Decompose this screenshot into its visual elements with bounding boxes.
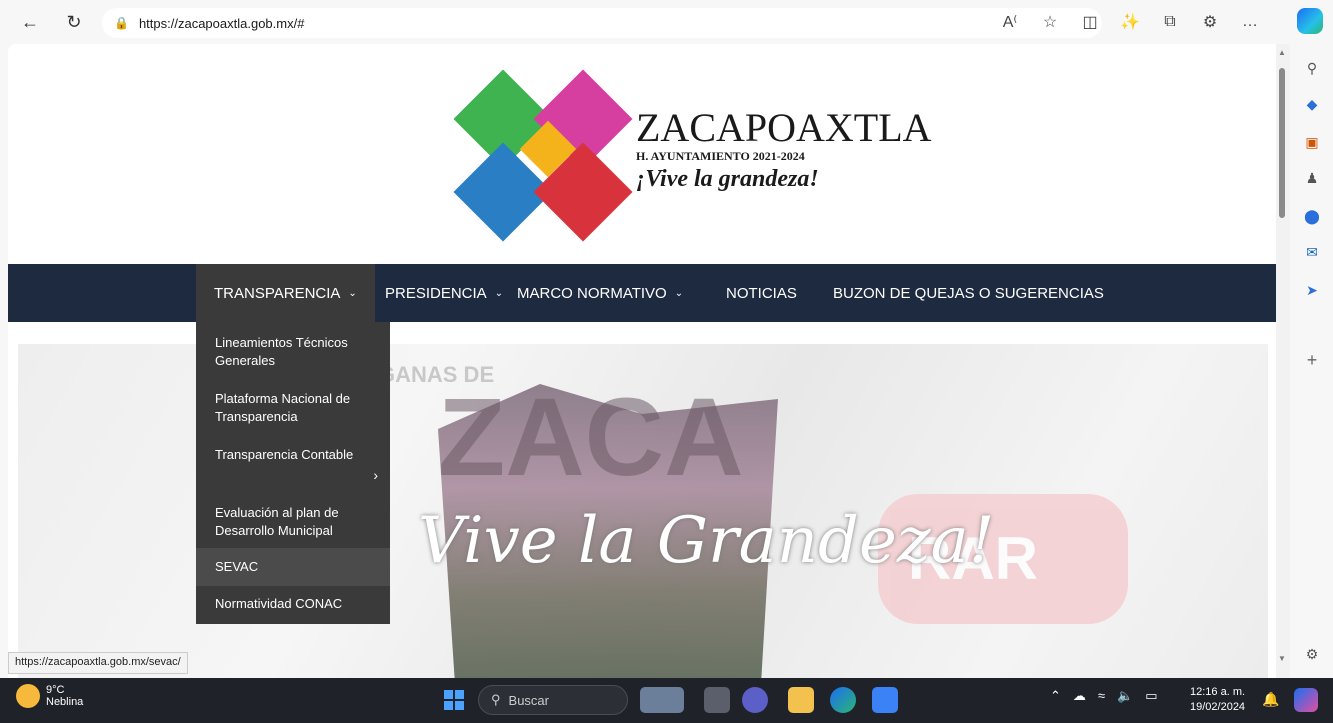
site-slogan: ¡Vive la grandeza! — [636, 166, 819, 192]
nav-marco-normativo[interactable]: MARCO NORMATIVO ⌄ — [499, 264, 701, 322]
dropdown-item-label: Normatividad CONAC — [215, 596, 343, 611]
copilot-icon[interactable] — [1297, 8, 1323, 34]
windows-taskbar: 9°C Neblina ⚲ Buscar ⌃ ☁ ≈ 🔈 ▭ 12:16 a. … — [0, 678, 1333, 723]
dropdown-item-label: Evaluación al plan de Desarrollo Municip… — [215, 505, 339, 538]
address-url: https://zacapoaxtla.gob.mx/# — [138, 15, 305, 31]
dropdown-item-label: Lineamientos Técnicos Generales — [215, 335, 348, 368]
office-icon[interactable]: ⬤ — [1302, 206, 1322, 226]
microsoft-store-icon[interactable] — [872, 687, 898, 713]
weather-widget[interactable]: 9°C Neblina — [16, 684, 83, 708]
refresh-icon[interactable]: ↻ — [58, 6, 90, 38]
settings-gear-icon[interactable]: ⚙ — [1302, 644, 1322, 664]
weather-desc: Neblina — [46, 696, 84, 708]
nav-label: TRANSPARENCIA — [214, 284, 341, 302]
file-explorer-icon[interactable] — [788, 687, 814, 713]
dropdown-item-sevac[interactable]: SEVAC — [196, 548, 390, 586]
transparencia-dropdown: Lineamientos Técnicos Generales Platafor… — [196, 322, 390, 624]
address-bar[interactable]: 🔒 https://zacapoaxtla.gob.mx/# — [102, 8, 1102, 38]
lock-icon: 🔒 — [114, 16, 129, 30]
outlook-icon[interactable]: ✉ — [1302, 242, 1322, 262]
task-view-icon[interactable] — [704, 687, 730, 713]
copilot-taskbar-icon[interactable] — [1294, 688, 1318, 712]
scroll-down-icon[interactable]: ▼ — [1278, 654, 1286, 663]
nav-label: PRESIDENCIA — [385, 284, 487, 302]
onedrive-icon[interactable]: ☁ — [1073, 688, 1086, 704]
nav-label: NOTICIAS — [726, 284, 797, 302]
extensions-icon[interactable]: ⚙ — [1192, 6, 1228, 38]
dropdown-item-label: Transparencia Contable — [215, 447, 354, 462]
add-icon[interactable]: + — [1302, 350, 1322, 370]
dropdown-item-plataforma[interactable]: Plataforma Nacional de Transparencia — [196, 388, 390, 428]
hero-big-text: ZACA — [438, 376, 744, 499]
nav-transparencia[interactable]: TRANSPARENCIA ⌄ — [196, 264, 375, 322]
volume-icon[interactable]: 🔈 — [1117, 688, 1133, 704]
send-icon[interactable]: ➤ — [1302, 280, 1322, 300]
edge-browser-icon[interactable] — [830, 687, 856, 713]
search-icon[interactable]: ⚲ — [1302, 58, 1322, 78]
dropdown-item-label: SEVAC — [215, 559, 259, 574]
search-highlight-icon[interactable] — [640, 687, 684, 713]
nav-presidencia[interactable]: PRESIDENCIA ⌄ — [367, 264, 521, 322]
search-icon: ⚲ — [491, 692, 501, 707]
dropdown-item-transparencia-contable[interactable]: Transparencia Contable › — [196, 438, 390, 488]
back-icon[interactable]: ← — [14, 6, 46, 38]
page-scrollbar[interactable]: ▲ ▼ — [1276, 44, 1290, 678]
taskbar-search[interactable]: ⚲ Buscar — [478, 685, 628, 715]
site-brand: ZACAPOAXTLA H. AYUNTAMIENTO 2021-2024 ¡V… — [636, 104, 932, 193]
nav-label: BUZON DE QUEJAS O SUGERENCIAS — [833, 284, 1104, 302]
wifi-icon[interactable]: ≈ — [1098, 688, 1105, 704]
site-header: ZACAPOAXTLA H. AYUNTAMIENTO 2021-2024 ¡V… — [8, 44, 1278, 264]
chevron-down-icon: ⌄ — [348, 287, 357, 299]
link-status-tooltip: https://zacapoaxtla.gob.mx/sevac/ — [8, 652, 188, 674]
site-subtitle: H. AYUNTAMIENTO 2021-2024 — [636, 149, 805, 163]
favorite-star-icon[interactable]: ☆ — [1032, 6, 1068, 38]
favorites-icon[interactable]: ✨ — [1112, 6, 1148, 38]
page-viewport: ZACAPOAXTLA H. AYUNTAMIENTO 2021-2024 ¡V… — [8, 44, 1290, 678]
notification-bell-icon[interactable]: 🔔 — [1262, 691, 1279, 708]
hero-script-text: Vive la Grandeza! — [418, 504, 995, 578]
nav-label: MARCO NORMATIVO — [517, 284, 667, 302]
system-tray: ⌃ ☁ ≈ 🔈 ▭ — [1050, 688, 1158, 704]
more-menu-icon[interactable]: … — [1232, 6, 1268, 38]
split-screen-icon[interactable]: ◫ — [1072, 6, 1108, 38]
scrollbar-thumb[interactable] — [1279, 68, 1285, 218]
taskbar-search-placeholder: Buscar — [508, 692, 549, 708]
browser-toolbar: ← ↻ 🔒 https://zacapoaxtla.gob.mx/# A⁽ ☆ … — [0, 0, 1333, 44]
games-icon[interactable]: ♟ — [1302, 168, 1322, 188]
dropdown-item-evaluacion[interactable]: Evaluación al plan de Desarrollo Municip… — [196, 502, 390, 542]
site-title: ZACAPOAXTLA — [636, 105, 932, 150]
taskbar-clock[interactable]: 12:16 a. m. 19/02/2024 — [1190, 685, 1245, 715]
shopping-tag-icon[interactable]: ◆ — [1302, 94, 1322, 114]
battery-icon[interactable]: ▭ — [1145, 688, 1157, 704]
nav-buzon[interactable]: BUZON DE QUEJAS O SUGERENCIAS — [815, 264, 1122, 322]
nav-noticias[interactable]: NOTICIAS — [708, 264, 815, 322]
edge-sidebar: ⚲ ◆ ▣ ♟ ⬤ ✉ ➤ + ⚙ — [1292, 44, 1333, 678]
clock-date: 19/02/2024 — [1190, 701, 1246, 713]
collections-icon[interactable]: ⧉ — [1152, 6, 1188, 38]
scroll-up-icon[interactable]: ▲ — [1278, 48, 1286, 57]
windows-start-icon[interactable] — [444, 690, 464, 710]
read-aloud-icon[interactable]: A⁽ — [992, 6, 1028, 38]
dropdown-item-normatividad-conac[interactable]: Normatividad CONAC — [196, 588, 390, 620]
weather-temp: 9°C — [46, 684, 65, 696]
dropdown-item-lineamientos[interactable]: Lineamientos Técnicos Generales — [196, 332, 390, 372]
chevron-down-icon: ⌄ — [674, 287, 684, 299]
site-logo[interactable] — [453, 69, 633, 244]
main-nav: TRANSPARENCIA ⌄ PRESIDENCIA ⌄ MARCO NORMAT… — [8, 264, 1278, 322]
weather-fog-icon — [16, 684, 40, 708]
teams-chat-icon[interactable] — [742, 687, 768, 713]
dropdown-item-label: Plataforma Nacional de Transparencia — [215, 391, 351, 424]
chevron-up-icon[interactable]: ⌃ — [1050, 688, 1061, 704]
tools-briefcase-icon[interactable]: ▣ — [1302, 132, 1322, 152]
clock-time: 12:16 a. m. — [1190, 686, 1246, 698]
chevron-right-icon: › — [373, 467, 378, 483]
